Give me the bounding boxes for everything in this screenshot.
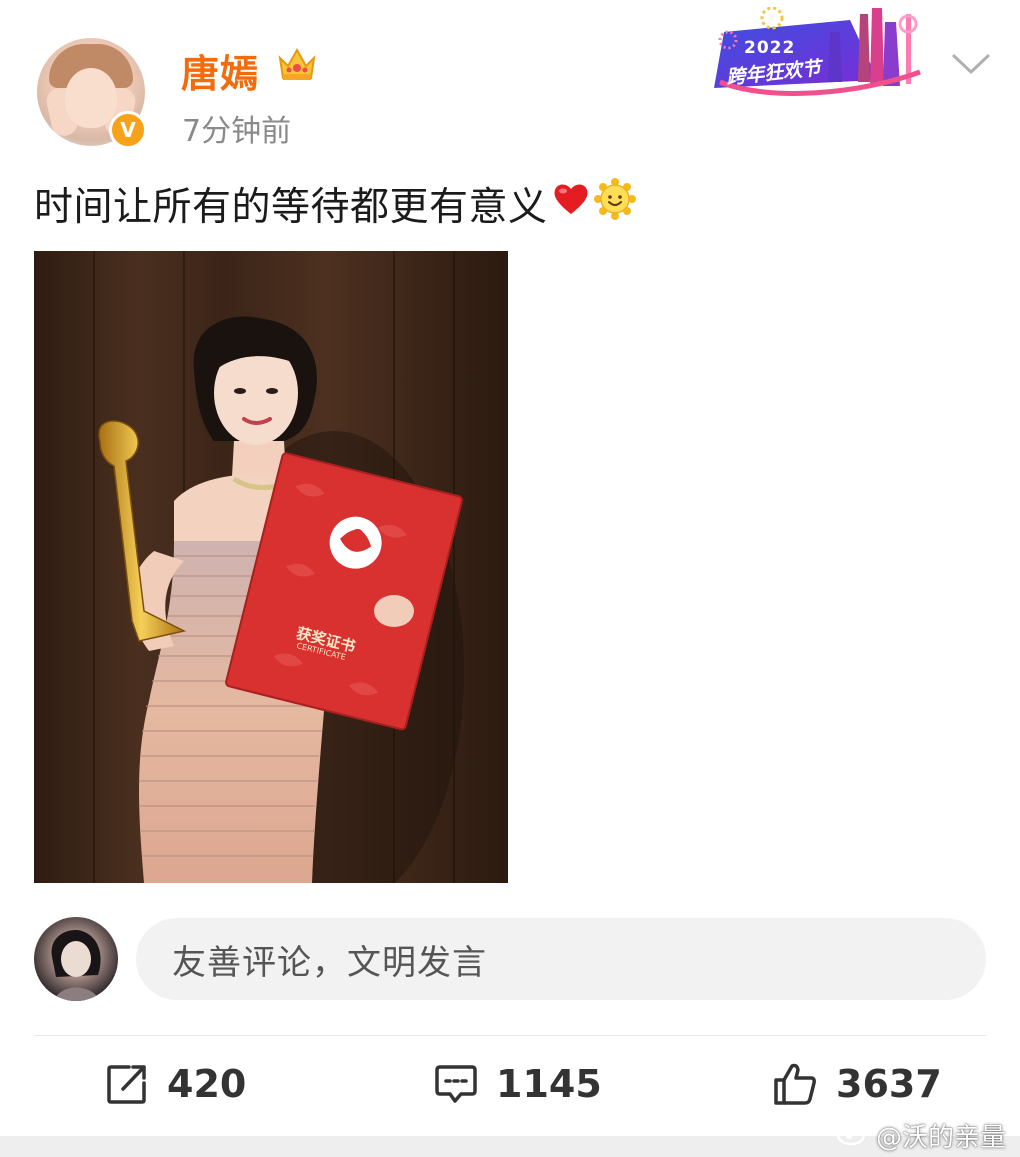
- watermark-text: @沃的亲量: [876, 1123, 1007, 1153]
- like-button[interactable]: 3637: [772, 1062, 942, 1106]
- post-text: 时间让所有的等待都更有意义: [34, 176, 636, 232]
- post-text-content: 时间让所有的等待都更有意义: [34, 185, 548, 230]
- comment-button[interactable]: 1145: [434, 1062, 602, 1106]
- post-photo[interactable]: 获奖证书 CERTIFICATE: [34, 251, 508, 883]
- share-count: 420: [167, 1062, 247, 1106]
- comment-icon: [434, 1063, 478, 1105]
- current-user-avatar[interactable]: [34, 917, 118, 1001]
- like-count: 3637: [836, 1062, 942, 1106]
- comment-input[interactable]: 友善评论，文明发言: [136, 918, 986, 1000]
- event-year: 2022: [744, 38, 796, 58]
- crown-icon: [276, 44, 318, 88]
- verified-badge-icon: V: [109, 111, 147, 149]
- new-year-event-badge[interactable]: 2022 跨年狂欢节: [710, 2, 930, 106]
- share-icon: [105, 1062, 149, 1106]
- watermark: @沃的亲量: [836, 1117, 1006, 1154]
- weibo-logo-icon: [836, 1118, 872, 1153]
- chevron-down-icon[interactable]: [950, 50, 992, 82]
- heart-emoji: [552, 181, 590, 227]
- comment-placeholder: 友善评论，文明发言: [172, 942, 487, 983]
- author-name[interactable]: 唐嫣: [181, 43, 259, 98]
- smile-emoji: [593, 178, 636, 230]
- comment-count: 1145: [496, 1062, 602, 1106]
- like-icon: [772, 1062, 818, 1106]
- share-button[interactable]: 420: [105, 1062, 246, 1106]
- divider: [34, 1035, 986, 1036]
- post-time: 7分钟前: [182, 114, 292, 149]
